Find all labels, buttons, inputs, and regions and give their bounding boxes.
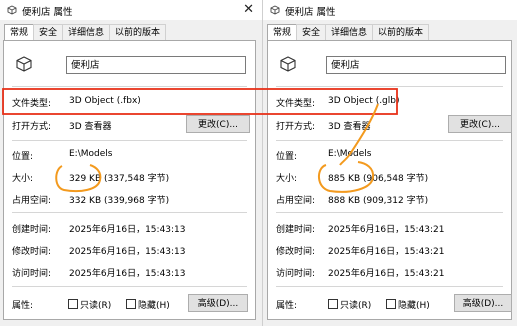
hidden-checkbox[interactable]: 隐藏(H) [386, 298, 430, 311]
open-with-value: 3D 查看器 [69, 122, 112, 132]
accessed-value: 2025年6月16日，15:43:21 [328, 269, 445, 279]
title-bar: 便利店 属性 [263, 0, 517, 20]
hidden-checkbox[interactable]: 隐藏(H) [126, 298, 170, 311]
close-icon[interactable]: ✕ [243, 2, 254, 17]
tab-previous-versions[interactable]: 以前的版本 [372, 24, 430, 40]
properties-window-right: 便利店 属性 常规 安全 详细信息 以前的版本 便利店 文件类型: 3D Obj… [262, 0, 517, 326]
modified-value: 2025年6月16日，15:43:21 [328, 247, 445, 257]
window-title: 便利店 属性 [285, 7, 336, 18]
divider [12, 86, 247, 87]
3d-object-icon [280, 56, 296, 72]
created-value: 2025年6月16日，15:43:21 [328, 225, 445, 235]
tab-general[interactable]: 常规 [267, 24, 298, 41]
size-label: 大小: [12, 174, 34, 184]
location-label: 位置: [276, 152, 298, 162]
checkbox-box[interactable] [328, 299, 338, 309]
accessed-value: 2025年6月16日，15:43:13 [69, 269, 186, 279]
modified-value: 2025年6月16日，15:43:13 [69, 247, 186, 257]
location-label: 位置: [12, 152, 34, 162]
hidden-label: 隐藏(H) [138, 301, 170, 311]
divider [12, 286, 247, 287]
attributes-label: 属性: [12, 301, 34, 311]
size-on-disk-value: 332 KB (339,968 字节) [69, 196, 170, 206]
tab-general[interactable]: 常规 [4, 24, 35, 41]
divider [12, 140, 247, 141]
file-icon [7, 5, 17, 15]
accessed-label: 访问时间: [12, 269, 52, 279]
location-value: E:\Models [69, 149, 113, 159]
checkbox-box[interactable] [68, 299, 78, 309]
tab-details[interactable]: 详细信息 [325, 24, 374, 40]
size-on-disk-label: 占用空间: [12, 196, 52, 206]
window-title: 便利店 属性 [22, 7, 73, 18]
file-icon [270, 5, 280, 15]
file-type-value: 3D Object (.fbx) [69, 96, 141, 106]
divider [276, 212, 503, 213]
tab-security[interactable]: 安全 [296, 24, 327, 40]
readonly-checkbox[interactable]: 只读(R) [68, 298, 111, 311]
readonly-checkbox[interactable]: 只读(R) [328, 298, 371, 311]
created-label: 创建时间: [276, 225, 316, 235]
size-on-disk-label: 占用空间: [276, 196, 316, 206]
tab-bar: 常规 安全 详细信息 以前的版本 [267, 24, 430, 41]
3d-object-icon [16, 56, 32, 72]
general-panel: 便利店 文件类型: 3D Object (.glb) 打开方式: 3D 查看器 … [267, 40, 512, 320]
file-name-field[interactable]: 便利店 [66, 56, 246, 74]
divider [276, 86, 503, 87]
attributes-label: 属性: [276, 301, 298, 311]
file-type-label: 文件类型: [12, 99, 52, 109]
open-with-value: 3D 查看器 [328, 122, 371, 132]
tab-bar: 常规 安全 详细信息 以前的版本 [4, 24, 167, 41]
general-panel: 便利店 文件类型: 3D Object (.fbx) 打开方式: 3D 查看器 … [3, 40, 256, 320]
divider [276, 140, 503, 141]
divider [12, 212, 247, 213]
file-type-value: 3D Object (.glb) [328, 96, 400, 106]
size-value: 329 KB (337,548 字节) [69, 174, 170, 184]
readonly-label: 只读(R) [340, 301, 372, 311]
open-with-label: 打开方式: [12, 122, 52, 132]
created-label: 创建时间: [12, 225, 52, 235]
divider [276, 286, 503, 287]
readonly-label: 只读(R) [80, 301, 112, 311]
checkbox-box[interactable] [126, 299, 136, 309]
file-name-field[interactable]: 便利店 [326, 56, 506, 74]
created-value: 2025年6月16日，15:43:13 [69, 225, 186, 235]
location-value: E:\Models [328, 149, 372, 159]
tab-security[interactable]: 安全 [33, 24, 64, 40]
open-with-label: 打开方式: [276, 122, 316, 132]
accessed-label: 访问时间: [276, 269, 316, 279]
size-label: 大小: [276, 174, 298, 184]
tab-previous-versions[interactable]: 以前的版本 [109, 24, 167, 40]
file-type-label: 文件类型: [276, 99, 316, 109]
tab-details[interactable]: 详细信息 [62, 24, 111, 40]
change-button[interactable]: 更改(C)... [186, 115, 250, 133]
size-value: 885 KB (906,548 字节) [328, 174, 429, 184]
size-on-disk-value: 888 KB (909,312 字节) [328, 196, 429, 206]
hidden-label: 隐藏(H) [398, 301, 430, 311]
properties-window-left: 便利店 属性 ✕ 常规 安全 详细信息 以前的版本 便利店 文件类型: 3D O… [0, 0, 262, 326]
title-bar: 便利店 属性 ✕ [0, 0, 262, 20]
advanced-button[interactable]: 高级(D)... [188, 294, 248, 312]
checkbox-box[interactable] [386, 299, 396, 309]
advanced-button[interactable]: 高级(D)... [454, 294, 512, 312]
modified-label: 修改时间: [276, 247, 316, 257]
change-button[interactable]: 更改(C)... [448, 115, 512, 133]
modified-label: 修改时间: [12, 247, 52, 257]
